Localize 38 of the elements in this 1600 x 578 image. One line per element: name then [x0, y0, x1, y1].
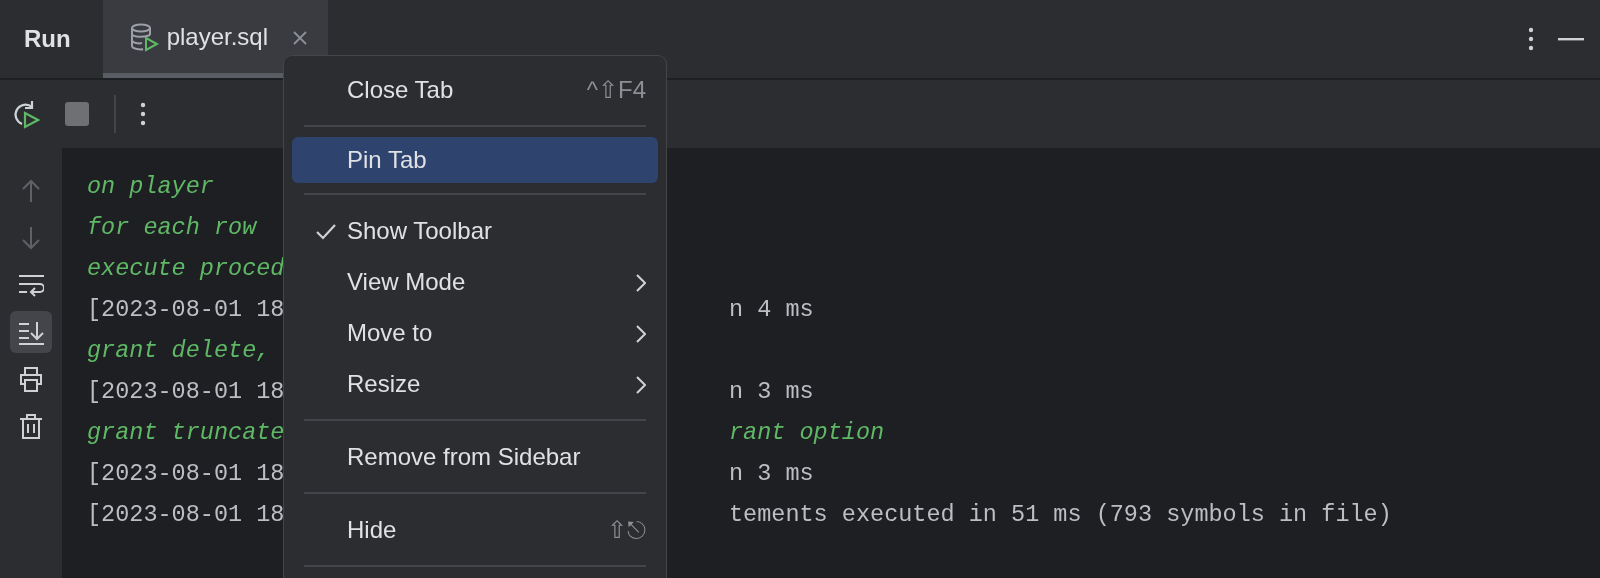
console-text: execute proced: [87, 255, 285, 282]
console-text: rant option: [729, 418, 885, 448]
printer-icon: [18, 365, 44, 393]
tool-button[interactable]: [10, 311, 52, 353]
menu-item[interactable]: Pin Tab: [292, 137, 658, 183]
console-text: [2023-08-01 18: [87, 460, 285, 487]
more-icon[interactable]: [1528, 27, 1534, 51]
console-text: [2023-08-01 18: [87, 378, 285, 405]
console-text: [2023-08-01 18: [87, 501, 285, 528]
menu-item[interactable]: Resize: [292, 358, 658, 409]
panel-title: Run: [23, 24, 72, 54]
shortcut-text: ^⇧F4: [586, 74, 646, 105]
console-text: n 3 ms: [729, 459, 814, 489]
more-icon[interactable]: [140, 102, 146, 126]
close-icon[interactable]: [292, 30, 309, 47]
console-text: [2023-08-01 18: [87, 296, 285, 323]
menu-item[interactable]: Remove from Sidebar: [292, 431, 658, 482]
database-run-icon: [128, 21, 159, 52]
chevron-right-icon: [636, 376, 646, 395]
menu-item[interactable]: View Mode: [292, 256, 658, 307]
menu-item[interactable]: Move to: [292, 307, 658, 358]
console-text: for each row: [87, 214, 257, 241]
console-text: grant truncate: [87, 419, 285, 446]
minimize-icon[interactable]: [1558, 37, 1584, 41]
console-text: n 4 ms: [729, 295, 814, 325]
tab[interactable]: player.sql: [102, 0, 329, 78]
shortcut-text: ⇧⎋: [607, 514, 646, 545]
menu-item[interactable]: Hide ⇧⎋: [292, 504, 658, 555]
console-text: grant delete,: [87, 337, 271, 364]
check-icon: [316, 224, 336, 241]
menu-item[interactable]: Show Toolbar: [292, 205, 658, 256]
console-text: n 3 ms: [729, 377, 814, 407]
console-text: on player: [87, 173, 214, 200]
chevron-right-icon: [636, 274, 646, 293]
trash-icon: [18, 412, 44, 440]
chevron-right-icon: [636, 325, 646, 344]
stop-icon[interactable]: [64, 101, 90, 127]
console-text: tements executed in 51 ms (793 symbols in file): [729, 500, 1392, 530]
